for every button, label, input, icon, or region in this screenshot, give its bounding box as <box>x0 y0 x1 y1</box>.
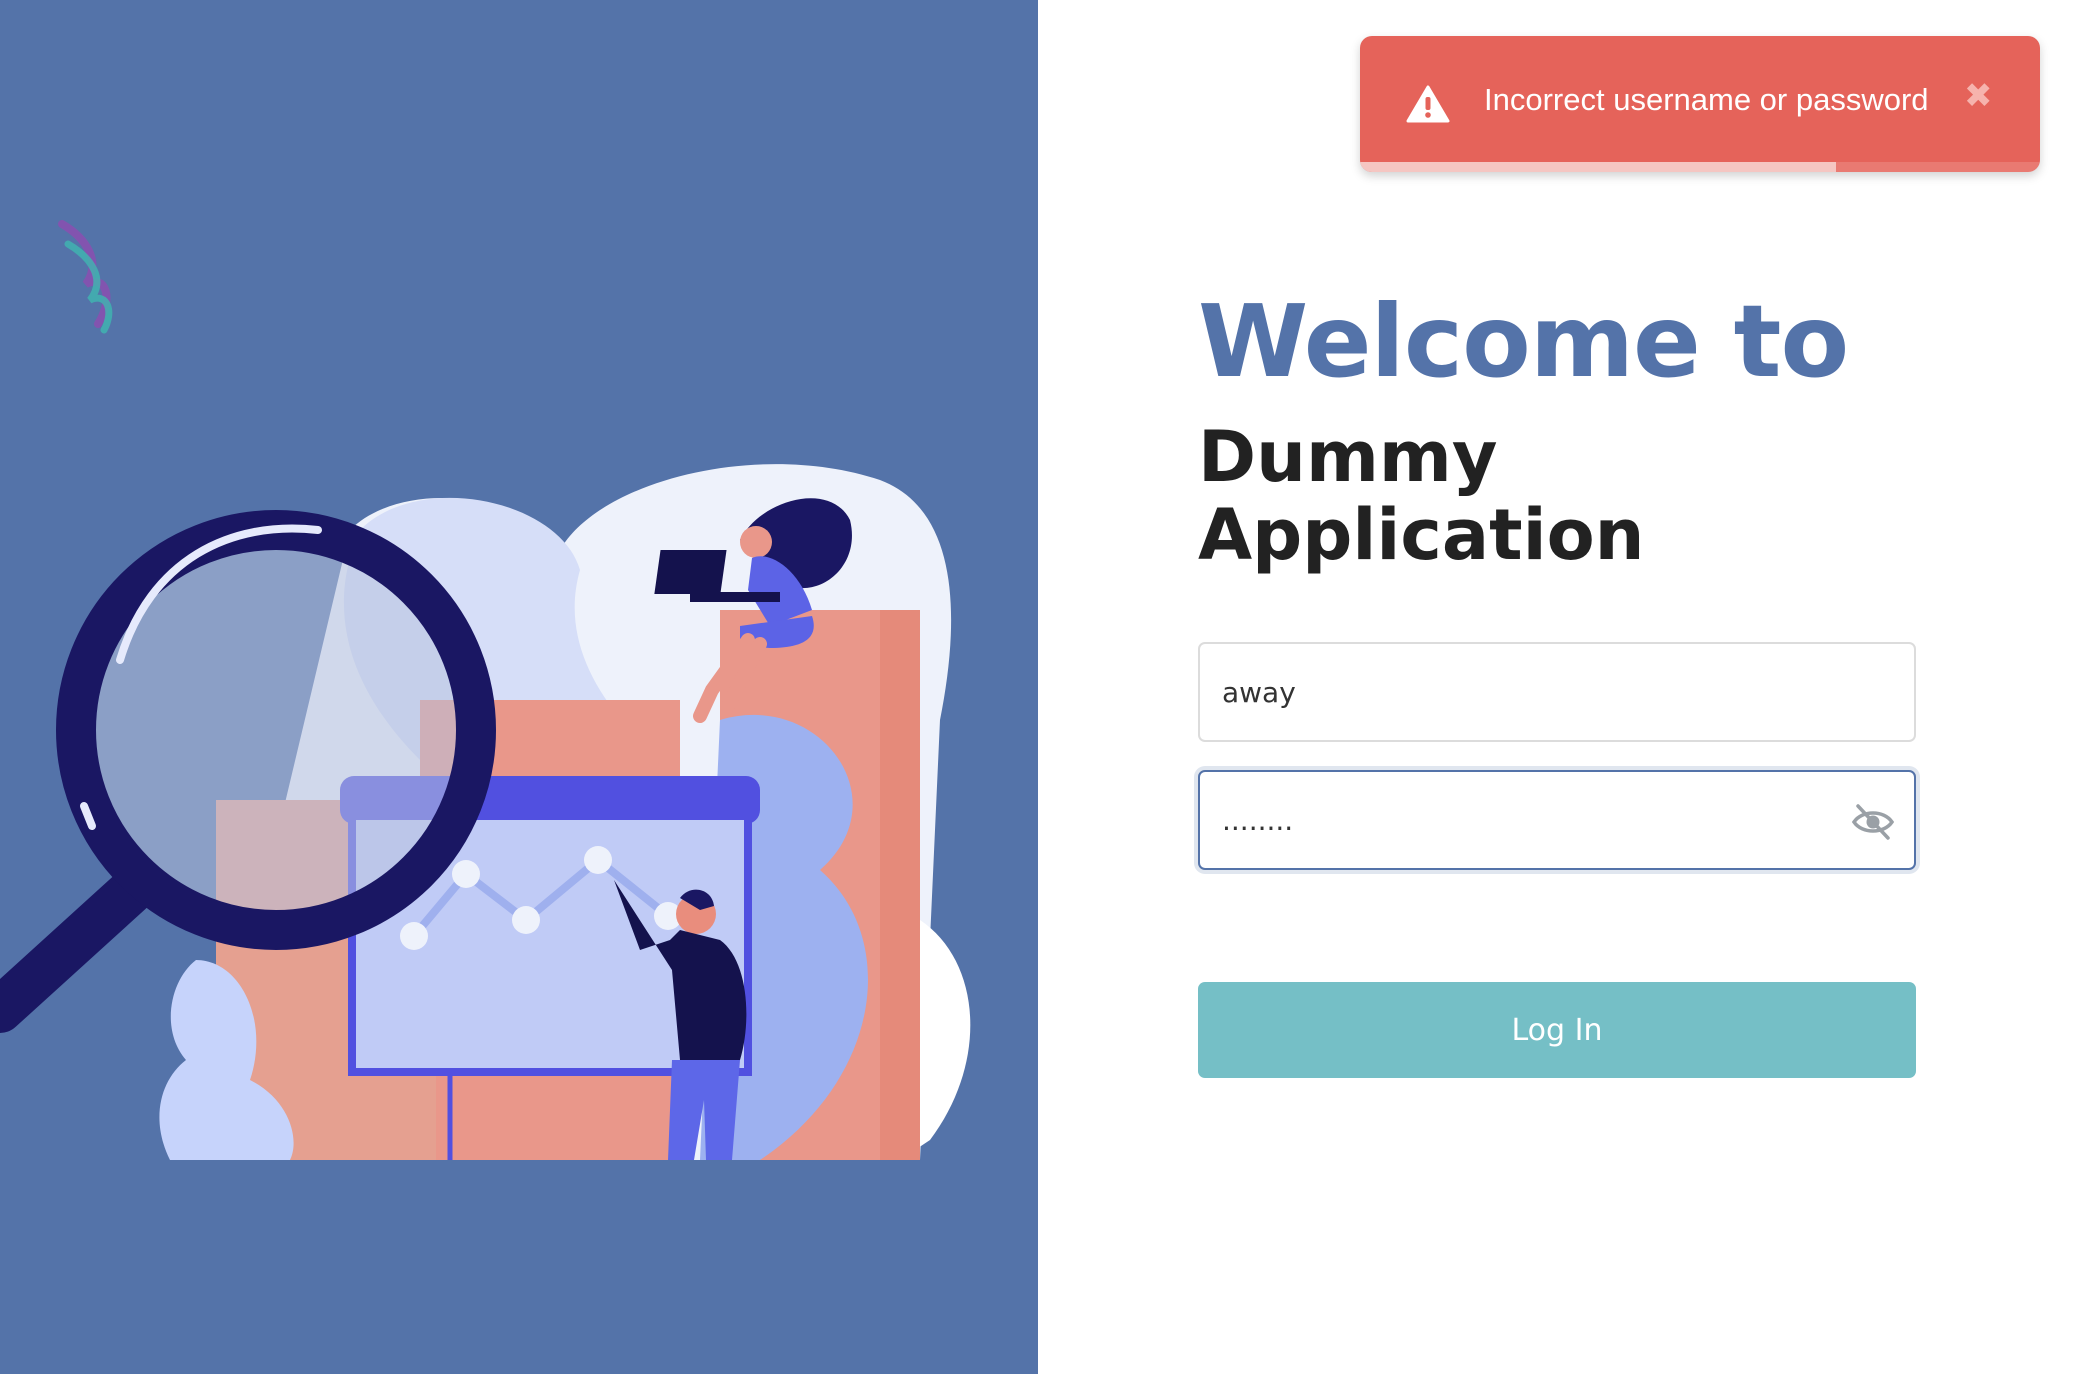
app-name-line2: Application <box>1198 494 1645 576</box>
password-field[interactable] <box>1198 770 1916 870</box>
brand-logo-icon <box>58 220 113 334</box>
app-name-line1: Dummy <box>1198 416 1498 498</box>
left-panel <box>0 0 1038 1374</box>
toast-progress-bar <box>1360 162 1836 172</box>
username-field[interactable] <box>1198 642 1916 742</box>
app-name-heading: Dummy Application <box>1198 418 1798 574</box>
login-button[interactable]: Log In <box>1198 982 1916 1078</box>
toast-message: Incorrect username or password <box>1484 82 1929 117</box>
error-toast: Incorrect username or password ✖ <box>1360 36 2040 172</box>
username-input[interactable] <box>1222 675 1892 709</box>
warning-icon <box>1406 85 1450 123</box>
close-icon[interactable]: ✖ <box>1964 76 1993 116</box>
welcome-heading: Welcome to <box>1198 283 1849 400</box>
eye-slash-icon[interactable] <box>1850 802 1896 842</box>
analytics-illustration <box>0 464 971 1160</box>
password-input[interactable] <box>1222 803 1892 837</box>
